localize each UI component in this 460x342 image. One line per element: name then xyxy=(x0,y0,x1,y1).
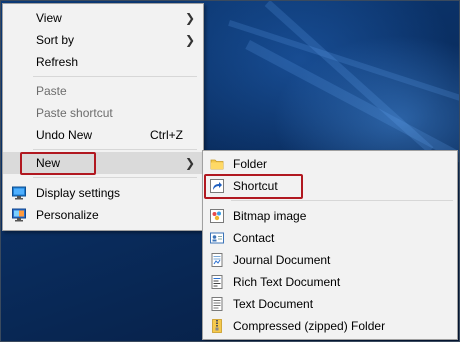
bitmap-icon xyxy=(210,209,224,223)
menu-item-label: Personalize xyxy=(36,208,99,222)
wallpaper-light-beam xyxy=(264,0,434,154)
menu-item-label: New xyxy=(36,156,61,170)
desktop-context-menu: View ❯ Sort by ❯ Refresh Paste Paste sho… xyxy=(2,3,204,231)
submenu-item-contact[interactable]: Contact xyxy=(203,227,457,249)
menu-item-label: Sort by xyxy=(36,33,75,47)
submenu-item-journal-document[interactable]: Journal Document xyxy=(203,249,457,271)
submenu-item-label: Contact xyxy=(233,231,275,245)
menu-item-paste-shortcut[interactable]: Paste shortcut xyxy=(3,102,203,124)
contact-card-icon xyxy=(210,232,224,244)
submenu-item-label: Folder xyxy=(233,157,268,171)
menu-item-personalize[interactable]: Personalize xyxy=(3,204,203,226)
menu-item-display-settings[interactable]: Display settings xyxy=(3,182,203,204)
submenu-item-compressed-folder[interactable]: Compressed (zipped) Folder xyxy=(203,315,457,337)
submenu-item-label: Journal Document xyxy=(233,253,331,267)
menu-separator xyxy=(33,177,197,178)
menu-separator xyxy=(33,149,197,150)
menu-separator xyxy=(33,76,197,77)
menu-item-shortcut-key: Ctrl+Z xyxy=(150,128,183,142)
submenu-item-rich-text-document[interactable]: Rich Text Document xyxy=(203,271,457,293)
rich-text-icon xyxy=(211,275,223,289)
menu-item-sort-by[interactable]: Sort by ❯ xyxy=(3,29,203,51)
menu-item-undo-new[interactable]: Undo New Ctrl+Z xyxy=(3,124,203,146)
menu-item-label: Display settings xyxy=(36,186,121,200)
submenu-item-label: Compressed (zipped) Folder xyxy=(233,319,386,333)
menu-item-label: Refresh xyxy=(36,55,79,69)
submenu-item-shortcut[interactable]: Shortcut xyxy=(203,175,457,197)
menu-item-refresh[interactable]: Refresh xyxy=(3,51,203,73)
submenu-item-label: Rich Text Document xyxy=(233,275,341,289)
menu-item-label: Paste xyxy=(36,84,67,98)
zip-folder-icon xyxy=(212,319,222,333)
menu-separator xyxy=(231,200,453,201)
submenu-item-label: Bitmap image xyxy=(233,209,307,223)
journal-icon xyxy=(211,253,223,267)
shortcut-arrow-icon xyxy=(210,179,224,193)
folder-icon xyxy=(210,159,224,170)
chevron-right-icon: ❯ xyxy=(185,156,196,170)
submenu-item-label: Text Document xyxy=(233,297,314,311)
menu-item-new[interactable]: New ❯ xyxy=(3,152,203,174)
submenu-item-folder[interactable]: Folder xyxy=(203,153,457,175)
menu-item-paste[interactable]: Paste xyxy=(3,80,203,102)
new-submenu: Folder Shortcut Bitmap image Contact Jou… xyxy=(202,150,458,340)
text-document-icon xyxy=(211,297,223,311)
monitor-icon xyxy=(12,186,26,200)
chevron-right-icon: ❯ xyxy=(185,33,196,47)
submenu-item-bitmap-image[interactable]: Bitmap image xyxy=(203,205,457,227)
menu-item-view[interactable]: View ❯ xyxy=(3,7,203,29)
menu-item-label: Paste shortcut xyxy=(36,106,113,120)
chevron-right-icon: ❯ xyxy=(185,11,196,25)
menu-item-label: Undo New xyxy=(36,128,93,142)
menu-item-label: View xyxy=(36,11,62,25)
submenu-item-text-document[interactable]: Text Document xyxy=(203,293,457,315)
submenu-item-label: Shortcut xyxy=(233,179,278,193)
personalize-icon xyxy=(12,208,26,222)
